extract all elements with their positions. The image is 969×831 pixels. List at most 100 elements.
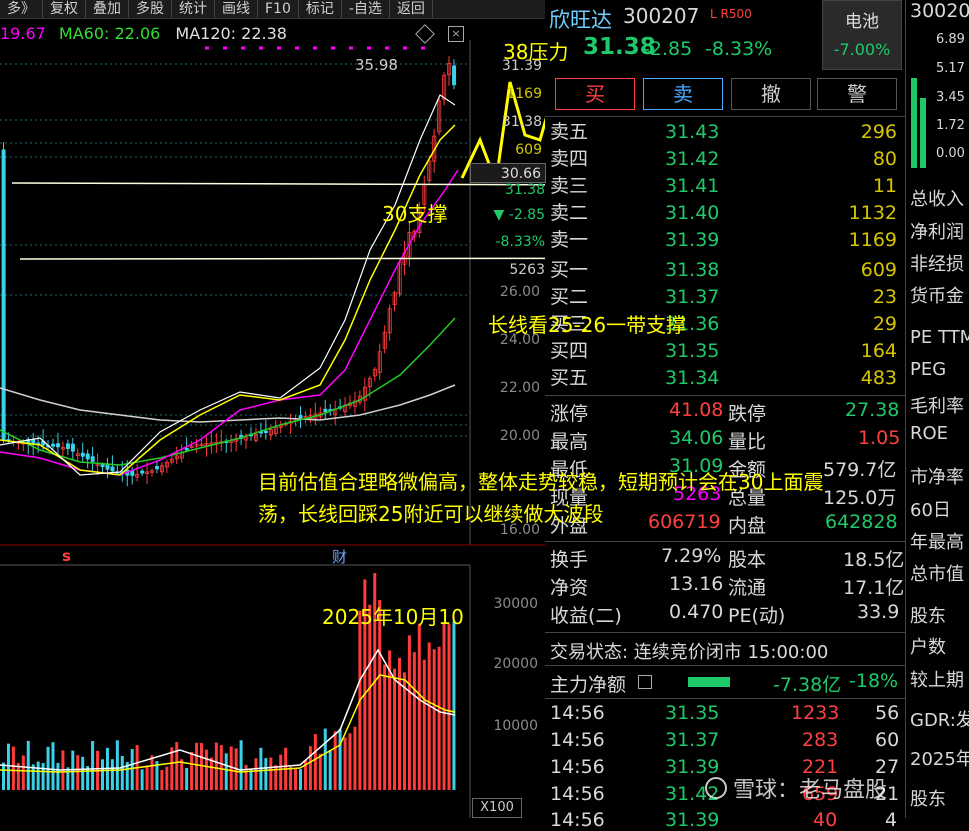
marker-finance[interactable]: 财 <box>332 546 347 567</box>
candle-body <box>80 452 85 457</box>
volume-bar <box>333 731 337 790</box>
side-item[interactable]: PEG <box>910 359 946 380</box>
bid-row-1[interactable]: 买一 31.38 609 <box>545 257 905 284</box>
volume-bar <box>190 751 194 790</box>
volume-bar <box>417 623 421 790</box>
volume-bar <box>115 740 119 790</box>
side-num: 3.45 <box>936 90 965 105</box>
side-item[interactable]: PE TTM <box>910 327 969 348</box>
trade-count: 60 <box>875 729 900 751</box>
trade-price: 31.35 <box>665 702 720 724</box>
side-bar-chart <box>909 40 929 168</box>
mainflow-menu-icon[interactable] <box>638 675 652 689</box>
cursor-bid-vol: 609 <box>515 142 542 158</box>
bid-row-4[interactable]: 买四 31.35 164 <box>545 338 905 365</box>
volume-bar <box>353 726 357 790</box>
buy-button[interactable]: 买 <box>555 78 635 110</box>
volume-bar <box>299 769 302 790</box>
side-item[interactable]: 净利润 <box>910 218 964 244</box>
ask-row-1[interactable]: 卖一 31.39 1169 <box>545 227 905 254</box>
candle-body <box>100 464 105 468</box>
side-item[interactable]: 非经损 <box>910 250 964 276</box>
eps-label: 收益(二) <box>550 605 622 627</box>
bid-row-5[interactable]: 买五 31.34 483 <box>545 365 905 392</box>
annotation-comment-line2: 荡，长线回踩25附近可以继续做大波段 <box>258 502 604 526</box>
volume-bar <box>195 742 199 790</box>
side-item[interactable]: ROE <box>910 423 948 444</box>
annotation-support-30: 30支撑 <box>382 202 448 226</box>
volume-bar <box>160 769 164 790</box>
side-num: 6.89 <box>936 32 965 47</box>
side-item[interactable]: 股东 <box>910 602 946 628</box>
stock-header: 欣旺达 300207 L R500 31.38 -2.85 -8.33% <box>545 0 817 68</box>
candle-body <box>184 447 189 451</box>
candlestick-series <box>1 56 457 487</box>
side-item[interactable]: GDR:发 <box>910 706 969 732</box>
side-item[interactable]: 2025年 <box>910 745 969 771</box>
limit-up-label: 涨停 <box>550 403 589 425</box>
vol-tick-20000: 20000 <box>493 656 538 672</box>
bid-label: 买二 <box>550 286 589 308</box>
volume-bar <box>427 642 431 790</box>
ask-row-5[interactable]: 卖五 31.43 296 <box>545 119 905 146</box>
ask-row-2[interactable]: 卖二 31.40 1132 <box>545 200 905 227</box>
y-tick-20: 20.00 <box>499 428 540 444</box>
volume-bar <box>437 646 441 790</box>
candle-body <box>90 456 95 462</box>
bid-price: 31.34 <box>665 367 720 389</box>
pe-label: PE(动) <box>728 605 786 627</box>
side-item[interactable]: 货币金 <box>910 282 964 308</box>
kline-chart[interactable] <box>0 0 545 818</box>
volume-bar <box>338 728 342 790</box>
volume-bar <box>249 769 253 790</box>
outer-value: 606719 <box>648 511 721 533</box>
side-item[interactable]: 户数 <box>910 633 946 659</box>
side-num: 1.72 <box>936 118 965 133</box>
ask-price: 31.40 <box>665 202 720 224</box>
sell-button[interactable]: 卖 <box>643 78 723 110</box>
candle-body <box>51 443 56 447</box>
bid-row-2[interactable]: 买二 31.37 23 <box>545 284 905 311</box>
volume-ma-white <box>0 648 456 771</box>
mainflow-row[interactable]: 主力净额 -7.38亿 -18% <box>545 668 905 696</box>
cursor-pct: -8.33% <box>495 234 545 250</box>
vol-unit-box[interactable]: X100 <box>472 798 522 818</box>
sector-box[interactable]: 电池 -7.00% <box>822 0 902 70</box>
bid-volume: 483 <box>860 367 897 389</box>
trade-count: 56 <box>875 702 900 724</box>
volume-bar <box>185 767 189 790</box>
cancel-button[interactable]: 撤 <box>731 78 811 110</box>
alert-button[interactable]: 警 <box>817 78 897 110</box>
ask-row-4[interactable]: 卖四 31.42 80 <box>545 146 905 173</box>
volume-bar <box>279 754 283 790</box>
side-item[interactable]: 市净率 <box>910 463 964 489</box>
vol-tick-30000: 30000 <box>493 596 538 612</box>
cursor-ask-vol: 1169 <box>506 86 542 102</box>
volume-bar <box>269 757 273 790</box>
side-item[interactable]: 总收入 <box>910 185 964 211</box>
volume-bar <box>294 769 298 790</box>
stock-tags: L R500 <box>710 7 752 21</box>
volume-bar <box>66 767 70 790</box>
side-item[interactable]: 总市值 <box>910 560 964 586</box>
volume-bar <box>150 755 154 790</box>
sector-pct: -7.00% <box>833 40 891 59</box>
side-item[interactable]: 毛利率 <box>910 392 964 418</box>
side-stock-code: 30020 <box>910 0 969 22</box>
limit-down-label: 跌停 <box>728 403 767 425</box>
volume-bar <box>308 746 312 790</box>
annotation-date: 2025年10月10 <box>322 605 464 629</box>
trade-price: 31.39 <box>665 809 720 831</box>
trade-time: 14:56 <box>550 783 605 805</box>
volume-bar <box>432 649 436 790</box>
side-item[interactable]: 年最高 <box>910 528 964 554</box>
marker-s[interactable]: s <box>62 547 71 565</box>
ask-volume: 296 <box>860 121 897 143</box>
side-item[interactable]: 60日 <box>910 496 951 522</box>
cursor-now-volume: 5263 <box>509 262 545 278</box>
side-item[interactable]: 较上期 <box>910 666 964 692</box>
side-item[interactable]: 股东 <box>910 785 946 811</box>
candle-body <box>323 408 328 413</box>
cursor-change: ▼ -2.85 <box>493 207 545 223</box>
ask-row-3[interactable]: 卖三 31.41 11 <box>545 173 905 200</box>
